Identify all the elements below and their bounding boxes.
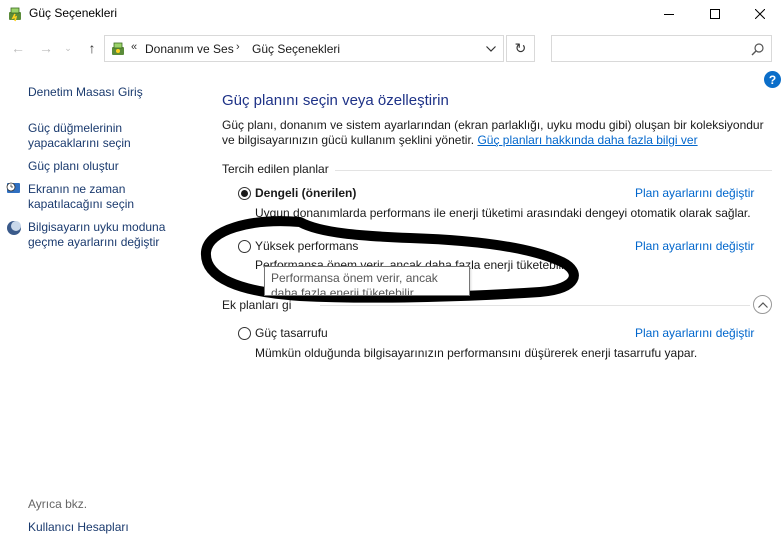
extra-plans-label: Ek planları gi — [222, 298, 292, 312]
chevron-up-icon — [757, 301, 768, 308]
title-bar: Güç Seçenekleri — [0, 0, 783, 28]
power-saver-radio[interactable] — [238, 327, 251, 340]
balanced-change-settings-link[interactable]: Plan ayarlarını değiştir — [635, 186, 754, 200]
help-button[interactable]: ? — [764, 71, 781, 88]
breadcrumb-power-options[interactable]: Güç Seçenekleri — [252, 42, 340, 56]
intro-paragraph: Güç planı, donanım ve sistem ayarlarında… — [222, 118, 772, 148]
power-saver-plan-description: Mümkün olduğunda bilgisayarınızın perfor… — [255, 346, 698, 360]
recent-locations-button[interactable]: ⌄ — [62, 38, 74, 58]
high-performance-change-settings-link[interactable]: Plan ayarlarını değiştir — [635, 239, 754, 253]
forward-arrow-icon: → — [39, 40, 53, 56]
control-panel-icon — [112, 42, 124, 55]
divider — [335, 170, 772, 171]
collapse-extra-plans-button[interactable] — [753, 295, 772, 314]
balanced-plan-name[interactable]: Dengeli (önerilen) — [255, 186, 356, 200]
search-icon — [751, 43, 764, 56]
minimize-button[interactable] — [646, 0, 692, 28]
refresh-button[interactable]: ↻ — [506, 35, 535, 62]
refresh-icon: ↻ — [514, 40, 527, 56]
see-also-label: Ayrıca bkz. — [28, 497, 88, 511]
high-performance-radio[interactable] — [238, 240, 251, 253]
back-button[interactable]: ← — [8, 38, 28, 58]
window-title: Güç Seçenekleri — [29, 6, 118, 20]
moon-sleep-icon — [7, 221, 21, 235]
chevron-down-icon — [486, 46, 496, 52]
create-power-plan-link[interactable]: Güç planı oluştur — [28, 159, 119, 174]
power-options-icon — [9, 7, 21, 22]
up-button[interactable]: ↑ — [82, 38, 102, 58]
up-arrow-icon: ↑ — [88, 40, 96, 56]
back-arrow-icon: ← — [11, 40, 25, 56]
page-title: Güç planını seçin veya özelleştirin — [222, 92, 449, 109]
balanced-radio[interactable] — [238, 187, 251, 200]
power-buttons-link[interactable]: Güç düğmelerinin yapacaklarını seçin — [28, 121, 148, 151]
chevron-down-icon: ⌄ — [64, 42, 72, 53]
learn-more-link[interactable]: Güç planları hakkında daha fazla bilgi v… — [477, 133, 697, 147]
address-dropdown-button[interactable] — [483, 41, 499, 57]
search-box[interactable] — [551, 35, 772, 62]
control-panel-home-link[interactable]: Denetim Masası Giriş — [28, 85, 143, 100]
sleep-settings-link[interactable]: Bilgisayarın uyku moduna geçme ayarların… — [28, 220, 178, 250]
power-saver-change-settings-link[interactable]: Plan ayarlarını değiştir — [635, 326, 754, 340]
search-input[interactable] — [556, 40, 746, 58]
maximize-button[interactable] — [692, 0, 738, 28]
display-off-link[interactable]: Ekranın ne zaman kapatılacağını seçin — [28, 182, 148, 212]
address-bar[interactable]: « Donanım ve Ses › Güç Seçenekleri — [104, 35, 504, 62]
forward-button[interactable]: → — [36, 38, 56, 58]
user-accounts-link[interactable]: Kullanıcı Hesapları — [28, 520, 129, 535]
balanced-plan-description: Uygun donanımlarda performans ile enerji… — [255, 206, 751, 220]
preferred-plans-label: Tercih edilen planlar — [222, 162, 329, 176]
minimize-icon — [664, 14, 674, 15]
close-button[interactable] — [737, 0, 783, 28]
close-icon — [755, 9, 765, 19]
display-clock-icon — [6, 182, 20, 193]
high-performance-plan-name[interactable]: Yüksek performans — [255, 239, 358, 253]
breadcrumb-hardware-sound[interactable]: Donanım ve Ses — [145, 42, 234, 56]
navigation-bar: ← → ⌄ ↑ « Donanım ve Ses › Güç Seçenekle… — [0, 32, 783, 64]
plan-tooltip: Performansa önem verir, ancak daha fazla… — [264, 266, 470, 296]
divider — [320, 305, 750, 306]
breadcrumb-arrow-icon[interactable]: › — [236, 41, 240, 53]
breadcrumb-overflow-icon[interactable]: « — [131, 41, 137, 53]
maximize-icon — [710, 9, 720, 19]
power-saver-plan-name[interactable]: Güç tasarrufu — [255, 326, 328, 340]
